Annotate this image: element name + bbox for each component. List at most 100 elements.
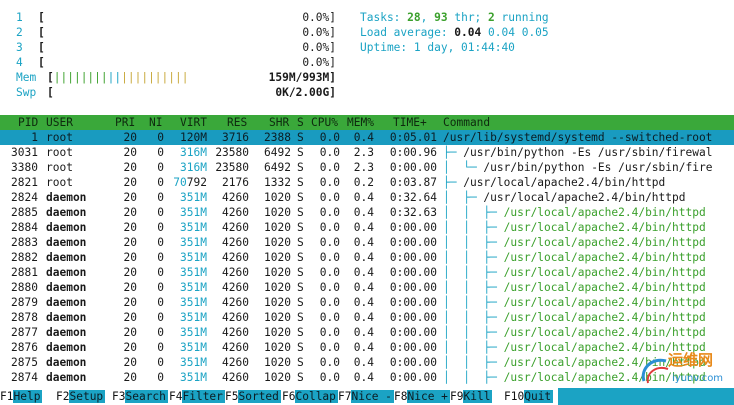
process-row[interactable]: 2881 daemon 20 0 351M 4260 1020 S 0.0 0.4 0:00.00 │… (0, 265, 734, 280)
cell-pid: 1 (31, 131, 38, 144)
process-row[interactable]: 2876 daemon 20 0 351M 4260 1020 S 0.0 0.4 0:00.00 │… (0, 340, 734, 355)
cell-cpu: 0.0 (319, 266, 340, 279)
column-header-pid[interactable]: PID (18, 115, 38, 130)
process-row[interactable]: 3380 root 20 0 316M 23580 6492 S 0.0 2.3 0:00.00 │ … (0, 160, 734, 175)
process-row[interactable]: 2880 daemon 20 0 351M 4260 1020 S 0.0 0.4 0:00.00 │… (0, 280, 734, 295)
cell-res: 4260 (222, 206, 249, 219)
cell-command: │ │ ├─ /usr/local/apache2.4/bin/httpd (443, 205, 706, 220)
cell-user: daemon (46, 326, 87, 339)
cell-command: │ │ ├─ /usr/local/apache2.4/bin/httpd (443, 325, 706, 340)
function-key-code: F2 (56, 390, 70, 403)
column-header-user[interactable]: USER (46, 115, 73, 130)
cell-time: 0:00.00 (389, 251, 437, 264)
tree-branch: ├─ (443, 146, 464, 159)
cell-ni: 0 (157, 236, 164, 249)
cell-s: S (297, 356, 304, 369)
column-header-virt[interactable]: VIRT (180, 115, 207, 130)
cell-time: 0:00.00 (389, 221, 437, 234)
column-header-shr[interactable]: SHR (269, 115, 289, 130)
cell-ni: 0 (157, 296, 164, 309)
column-header-pri[interactable]: PRI (115, 115, 135, 130)
cell-ni: 0 (157, 176, 164, 189)
uptime-label: Uptime: (360, 41, 414, 54)
function-key-label: Collap (295, 390, 338, 403)
cell-shr: 1020 (264, 311, 291, 324)
swap-meter: Swp [ 0K/2.00G] (16, 85, 336, 100)
process-row[interactable]: 2874 daemon 20 0 351M 4260 1020 S 0.0 0.4 0:00.00 │… (0, 370, 734, 385)
function-key-kill[interactable]: F9Kill (450, 388, 493, 405)
cell-shr: 1020 (264, 191, 291, 204)
column-header-cpu[interactable]: CPU% (311, 115, 338, 130)
process-row[interactable]: 3031 root 20 0 316M 23580 6492 S 0.0 2.3 0:00.96 ├─… (0, 145, 734, 160)
function-key-help[interactable]: F1Help (0, 388, 43, 405)
cell-shr: 1020 (264, 326, 291, 339)
function-key-nice[interactable]: F7Nice - (338, 388, 394, 405)
cell-time: 0:00.00 (389, 161, 437, 174)
cell-time: 0:32.63 (389, 206, 437, 219)
column-header-ni[interactable]: NI (149, 115, 162, 130)
cell-s: S (297, 281, 304, 294)
cell-command: │ │ ├─ /usr/local/apache2.4/bin/httpd (443, 250, 706, 265)
process-row[interactable]: 2878 daemon 20 0 351M 4260 1020 S 0.0 0.4 0:00.00 │… (0, 310, 734, 325)
cell-ni: 0 (157, 251, 164, 264)
function-key-sorted[interactable]: F5Sorted (225, 388, 281, 405)
cell-cpu: 0.0 (319, 341, 340, 354)
cell-time: 0:00.00 (389, 356, 437, 369)
process-row[interactable]: 2824 daemon 20 0 351M 4260 1020 S 0.0 0.4 0:32.64 │… (0, 190, 734, 205)
cell-mem: 2.3 (353, 146, 374, 159)
function-key-nice[interactable]: F8Nice + (394, 388, 450, 405)
cell-pid: 2885 (11, 206, 38, 219)
cell-res: 4260 (222, 341, 249, 354)
cell-mem: 0.4 (353, 356, 374, 369)
cell-cpu: 0.0 (319, 326, 340, 339)
load-average-line: Load average: 0.04 0.04 0.05 (360, 25, 549, 40)
cell-virt: 120M (180, 131, 207, 144)
cpu-meter-number: 2 (16, 26, 23, 39)
function-key-collap[interactable]: F6Collap (282, 388, 338, 405)
function-key-code: F1 (0, 390, 14, 403)
running-count: 2 (488, 11, 495, 24)
process-row[interactable]: 2877 daemon 20 0 351M 4260 1020 S 0.0 0.4 0:00.00 │… (0, 325, 734, 340)
cell-virt: 351M (180, 356, 207, 369)
tree-branch: │ │ ├─ (443, 221, 504, 234)
load-15min: 0.05 (521, 26, 549, 39)
column-header-command[interactable]: Command (443, 115, 490, 130)
cell-shr: 1020 (264, 296, 291, 309)
function-key-filter[interactable]: F4Filter (169, 388, 225, 405)
function-key-quit[interactable]: F10Quit (504, 388, 554, 405)
cell-mem: 0.4 (353, 191, 374, 204)
cell-virt: 351M (180, 296, 207, 309)
cell-time: 0:03.87 (389, 176, 437, 189)
process-row[interactable]: 2883 daemon 20 0 351M 4260 1020 S 0.0 0.4 0:00.00 │… (0, 235, 734, 250)
column-header-mem[interactable]: MEM% (347, 115, 374, 130)
tree-branch: ├─ (443, 176, 464, 189)
column-header-time[interactable]: TIME+ (393, 115, 427, 130)
cell-pri: 20 (123, 341, 137, 354)
cpu-meter-bracket: [ (38, 26, 45, 39)
cell-cpu: 0.0 (319, 311, 340, 324)
cell-pid: 2876 (11, 341, 38, 354)
cell-res: 4260 (222, 191, 249, 204)
process-row-selected[interactable]: 1 root 20 0 120M 3716 2388 S 0.0 0.4 0:05.01/usr/l… (0, 130, 734, 145)
process-row[interactable]: 2821 root 20 0 70792 2176 1332 S 0.0 0.2 0:03.87 ├─… (0, 175, 734, 190)
cell-pid: 2881 (11, 266, 38, 279)
process-row[interactable]: 2875 daemon 20 0 351M 4260 1020 S 0.0 0.4 0:00.00 │… (0, 355, 734, 370)
cell-res: 23580 (215, 146, 249, 159)
swap-label: Swp (16, 86, 37, 99)
column-header-res[interactable]: RES (227, 115, 247, 130)
cell-pid: 2882 (11, 251, 38, 264)
process-row[interactable]: 2885 daemon 20 0 351M 4260 1020 S 0.0 0.4 0:32.63 │… (0, 205, 734, 220)
process-row[interactable]: 2884 daemon 20 0 351M 4260 1020 S 0.0 0.4 0:00.00 │… (0, 220, 734, 235)
column-header-state[interactable]: S (297, 115, 304, 130)
function-key-setup[interactable]: F2Setup (56, 388, 106, 405)
cell-user: daemon (46, 311, 87, 324)
cell-cpu: 0.0 (319, 191, 340, 204)
cell-res: 4260 (222, 326, 249, 339)
tree-branch: │ │ ├─ (443, 251, 504, 264)
process-row[interactable]: 2882 daemon 20 0 351M 4260 1020 S 0.0 0.4 0:00.00 │… (0, 250, 734, 265)
process-row[interactable]: 2879 daemon 20 0 351M 4260 1020 S 0.0 0.4 0:00.00 │… (0, 295, 734, 310)
cell-mem: 0.2 (353, 176, 374, 189)
uptime-value: 1 day, 01:44:40 (413, 41, 515, 54)
cell-virt: 316M (180, 161, 207, 174)
function-key-search[interactable]: F3Search (112, 388, 168, 405)
